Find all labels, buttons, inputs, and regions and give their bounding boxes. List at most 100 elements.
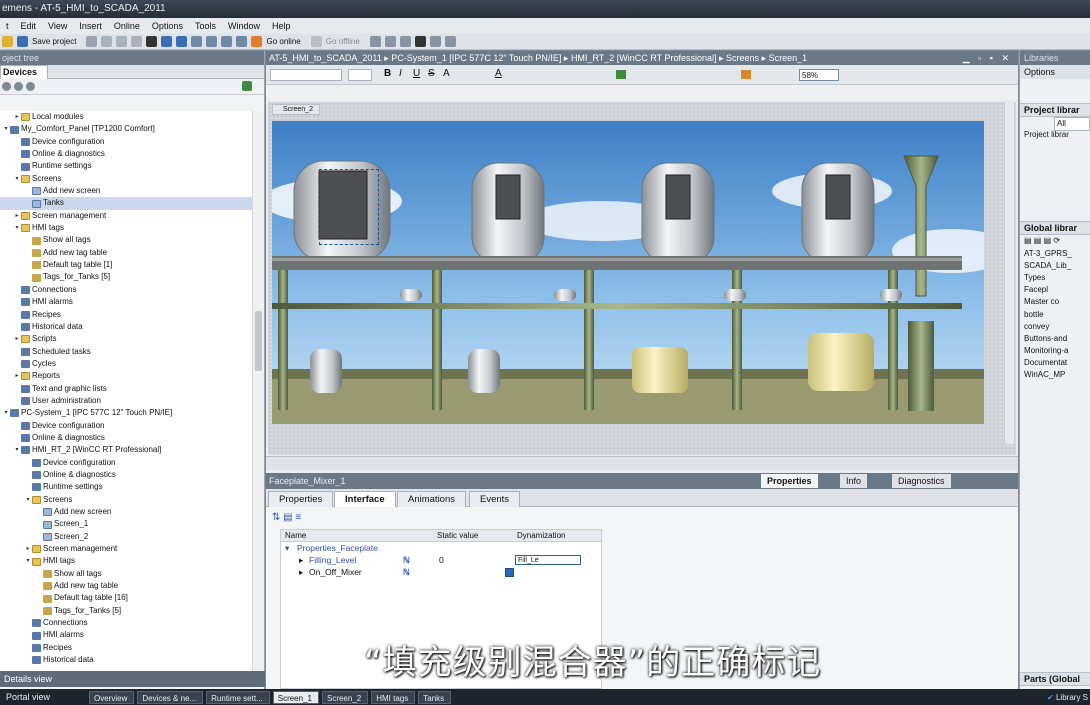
expand-arrow-icon[interactable]: ▸ [13, 210, 21, 222]
library-item[interactable]: Buttons-and [1020, 333, 1090, 345]
tree-item[interactable]: Add new screen [0, 185, 252, 197]
menu-item[interactable]: Edit [15, 18, 43, 34]
tree-item[interactable]: ▾ HMI tags [0, 555, 252, 567]
tree-back-icon[interactable] [2, 82, 11, 91]
menu-item[interactable]: Tools [189, 18, 222, 34]
tree-item[interactable]: ▾ My_Comfort_Panel [TP1200 Comfort] [0, 123, 252, 135]
breadcrumb-item-project[interactable]: AT-5_HMI_to_SCADA_2011 [269, 53, 382, 63]
inspector-tab-properties[interactable]: Properties [761, 474, 818, 488]
tree-item[interactable]: ▾ HMI tags [0, 222, 252, 234]
expand-icon[interactable]: ▸ [299, 554, 303, 566]
zoom-select[interactable]: 58% [799, 69, 839, 81]
editor-hscroll[interactable] [266, 456, 1018, 470]
breadcrumb-item-screen[interactable]: Screen_1 [769, 53, 808, 63]
upload-icon[interactable] [221, 36, 233, 47]
print-icon[interactable] [86, 36, 98, 47]
cut-icon[interactable] [101, 36, 113, 47]
tree-item[interactable]: Runtime settings [0, 160, 252, 172]
accessible-devices-icon[interactable] [369, 36, 381, 47]
compile-icon[interactable] [191, 36, 203, 47]
global-library-section[interactable]: Global librar [1020, 221, 1090, 236]
details-view-header[interactable]: Details view [0, 671, 265, 687]
tree-item[interactable]: ▸ Screen management [0, 543, 252, 555]
tree-item[interactable]: Add new tag table [0, 580, 252, 592]
tab-events[interactable]: Events [469, 491, 521, 507]
tree-item[interactable]: Tags_for_Tanks [5] [0, 271, 252, 283]
save-icon[interactable] [17, 36, 28, 47]
go-online-button[interactable]: Go online [266, 37, 300, 46]
tree-item[interactable]: Add new tag table [0, 247, 252, 259]
project-library-section[interactable]: Project librar [1020, 103, 1090, 117]
taskbar-tab[interactable]: Screen_1 [272, 690, 319, 704]
library-item[interactable]: Facepl [1020, 284, 1090, 296]
taskbar-tab[interactable]: Devices & ne... [137, 690, 204, 704]
menu-item[interactable]: Online [108, 18, 146, 34]
expand-arrow-icon[interactable]: ▸ [13, 370, 21, 382]
open-project-icon[interactable] [2, 36, 13, 47]
tree-item[interactable]: Cycles [0, 358, 252, 370]
library-item[interactable]: bottle [1020, 309, 1090, 321]
expand-arrow-icon[interactable]: ▾ [13, 173, 21, 185]
tree-item[interactable]: ▾ Screens [0, 173, 252, 185]
taskbar-tab[interactable]: Overview [89, 690, 135, 704]
screen-tab-label[interactable]: Screen_2 [272, 104, 320, 115]
library-item[interactable]: Monitoring-a [1020, 345, 1090, 357]
taskbar-tab[interactable]: Screen_2 [321, 690, 369, 704]
expand-arrow-icon[interactable]: ▾ [2, 407, 10, 419]
tree-item[interactable]: ▸ Scripts [0, 333, 252, 345]
library-item[interactable]: AT-3_GPRS_ [1020, 248, 1090, 260]
library-item[interactable]: Master co [1020, 296, 1090, 308]
tree-item[interactable]: HMI alarms [0, 296, 252, 308]
tree-item[interactable]: Show all tags [0, 568, 252, 580]
split-vertical-icon[interactable] [444, 36, 456, 47]
tree-item[interactable]: Connections [0, 284, 252, 296]
simulate-icon[interactable] [236, 36, 248, 47]
tree-item[interactable]: Default tag table [1] [0, 259, 252, 271]
font-color-icon[interactable]: A [495, 68, 502, 79]
menu-item[interactable]: Options [146, 18, 189, 34]
tree-item[interactable]: Device configuration [0, 457, 252, 469]
row-value[interactable]: 0 [439, 554, 444, 566]
menu-item[interactable]: Window [222, 18, 266, 34]
copy-icon[interactable] [116, 36, 128, 47]
parts-section[interactable]: Parts (Global [1020, 672, 1090, 686]
expand-arrow-icon[interactable]: ▸ [13, 111, 21, 123]
menu-item[interactable]: Insert [73, 18, 108, 34]
menu-item[interactable]: View [42, 18, 73, 34]
tree-item[interactable]: Tanks [0, 197, 252, 210]
tree-item[interactable]: Tags_for_Tanks [5] [0, 605, 252, 617]
tree-item[interactable]: Add new screen [0, 506, 252, 518]
dynamization-field[interactable]: Fill_Le [515, 555, 581, 565]
taskbar-tab[interactable]: HMI tags [371, 690, 416, 704]
tree-item[interactable]: ▸ Local modules [0, 111, 252, 123]
bold-icon[interactable]: B [384, 68, 391, 79]
tree-item[interactable]: Online & diagnostics [0, 432, 252, 444]
selected-faceplate-outline[interactable] [319, 169, 379, 245]
tree-item[interactable]: ▸ Reports [0, 370, 252, 382]
library-filter[interactable]: All [1020, 117, 1090, 132]
close-x-icon[interactable] [414, 36, 426, 47]
tree-item[interactable]: Runtime settings [0, 481, 252, 493]
options-section[interactable]: Options [1020, 65, 1090, 79]
italic-icon[interactable]: I [399, 68, 402, 79]
expand-arrow-icon[interactable]: ▸ [13, 333, 21, 345]
tree-item[interactable]: ▾ HMI_RT_2 [WinCC RT Professional] [0, 444, 252, 456]
breadcrumb-item-hmi[interactable]: HMI_RT_2 [WinCC RT Professional] [571, 53, 717, 63]
expand-arrow-icon[interactable]: ▾ [2, 123, 10, 135]
align-icon[interactable] [616, 70, 626, 79]
tree-item[interactable]: Connections [0, 617, 252, 629]
cross-reference-icon[interactable] [384, 36, 396, 47]
tree-item[interactable]: Scheduled tasks [0, 346, 252, 358]
breadcrumb-item-screens[interactable]: Screens [726, 53, 759, 63]
delete-icon[interactable] [146, 36, 158, 47]
tree-scroll-thumb[interactable] [255, 311, 262, 371]
paste-icon[interactable] [131, 36, 143, 47]
table-row[interactable]: ▸ On_Off_Mixer ℕ [281, 566, 601, 578]
window-controls-icon[interactable]: ▁ ▫ ▪ ✕ [963, 51, 1012, 65]
expand-arrow-icon[interactable]: ▾ [13, 444, 21, 456]
inspector-tab-diagnostics[interactable]: Diagnostics [892, 474, 951, 488]
redo-icon[interactable] [176, 36, 188, 47]
font-select[interactable] [270, 69, 342, 81]
table-row[interactable]: ▸ Filling_Level ℕ 0 Fill_Le [281, 554, 601, 566]
tree-item[interactable]: Device configuration [0, 420, 252, 432]
